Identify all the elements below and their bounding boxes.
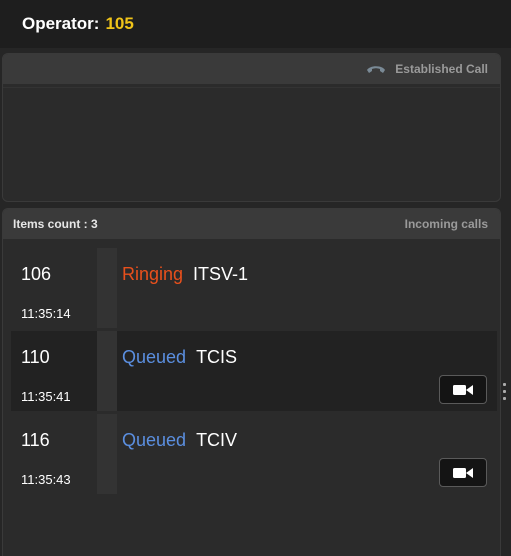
call-row[interactable]: 116 11:35:43 Queued TCIV <box>11 414 497 494</box>
call-number: 106 <box>21 264 52 284</box>
operator-number: 105 <box>105 14 134 33</box>
call-time: 11:35:41 <box>21 389 71 404</box>
incoming-calls-header: Items count : 3 Incoming calls <box>3 209 500 239</box>
video-camera-icon <box>453 467 473 478</box>
items-count: Items count : 3 <box>13 217 98 231</box>
incoming-calls-panel: Items count : 3 Incoming calls 106 11:35… <box>2 208 501 556</box>
call-time: 11:35:43 <box>21 472 71 487</box>
call-time: 11:35:14 <box>21 306 71 321</box>
call-status: Ringing ITSV-1 <box>122 264 248 285</box>
call-name: ITSV-1 <box>193 264 249 284</box>
operator-label: Operator: <box>22 14 100 33</box>
call-status: Queued TCIV <box>122 430 237 451</box>
established-call-header: Established Call <box>3 54 500 84</box>
call-row[interactable]: 110 11:35:41 Queued TCIS <box>11 331 497 411</box>
established-call-body <box>3 87 500 199</box>
established-call-title: Established Call <box>395 61 488 76</box>
phone-hangup-icon <box>366 66 385 74</box>
call-status-label: Queued <box>122 347 187 367</box>
video-call-button[interactable] <box>439 458 487 487</box>
call-number: 110 <box>21 347 50 367</box>
call-number: 116 <box>21 430 50 450</box>
call-name: TCIV <box>196 430 238 450</box>
call-name: TCIS <box>196 347 238 367</box>
established-call-title-wrap: Established Call <box>366 62 488 77</box>
row-separator <box>97 331 117 411</box>
splitter-handle[interactable] <box>503 383 506 405</box>
row-separator <box>97 414 117 494</box>
row-separator <box>97 248 117 328</box>
incoming-calls-title: Incoming calls <box>404 217 488 231</box>
call-row[interactable]: 106 11:35:14 Ringing ITSV-1 <box>11 248 497 328</box>
call-status-label: Queued <box>122 430 187 450</box>
video-call-button[interactable] <box>439 375 487 404</box>
established-call-panel: Established Call <box>2 53 501 202</box>
call-status: Queued TCIS <box>122 347 237 368</box>
operator-header: Operator: 105 <box>0 0 511 48</box>
video-camera-icon <box>453 384 473 395</box>
call-status-label: Ringing <box>122 264 184 284</box>
